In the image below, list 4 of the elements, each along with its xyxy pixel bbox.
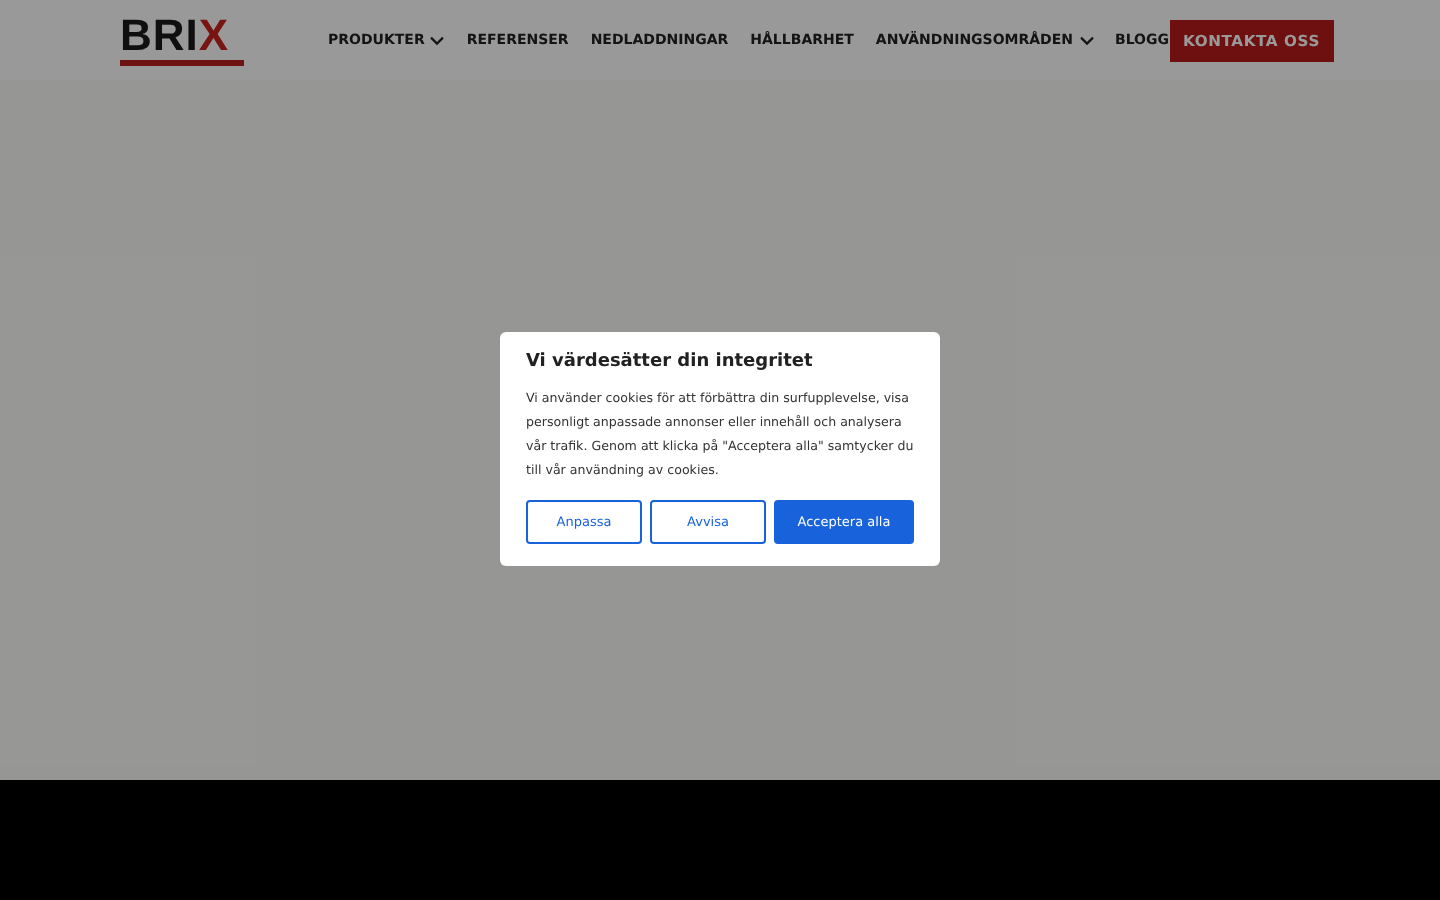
chevron-down-icon [1079, 35, 1094, 45]
dialog-title: Vi värdesätter din integritet [526, 352, 815, 372]
chevron-down-icon [430, 35, 445, 45]
brix-logo[interactable]: BRIX [120, 14, 244, 66]
